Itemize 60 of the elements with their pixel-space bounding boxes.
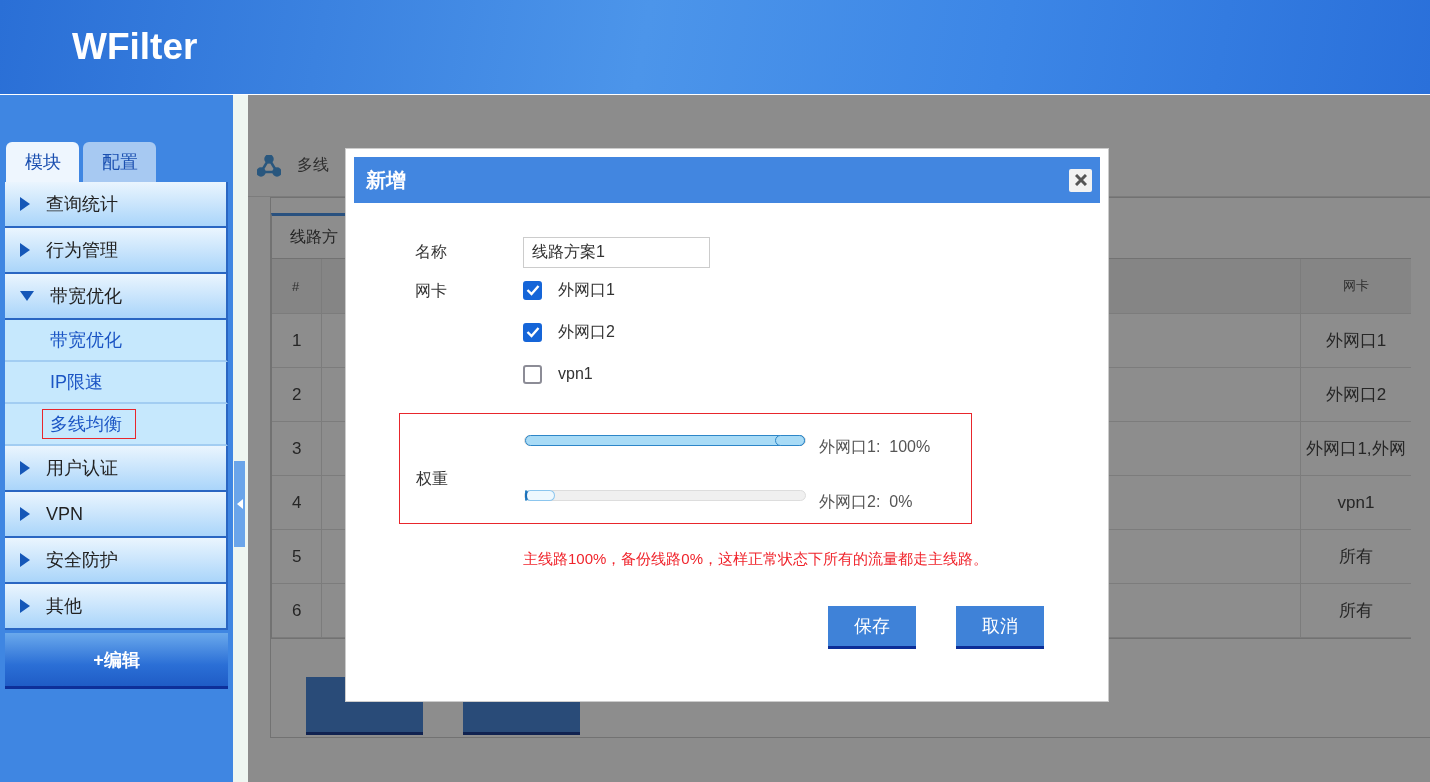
checkbox[interactable]	[523, 280, 542, 300]
menu-item[interactable]: 其他	[5, 584, 228, 630]
menu-label: 安全防护	[46, 549, 118, 572]
checkbox[interactable]	[523, 364, 542, 384]
table-cell-text: 外网口2	[1325, 384, 1387, 406]
dialog-button[interactable]: 保存	[828, 606, 916, 649]
menu-item[interactable]: 安全防护	[5, 538, 228, 584]
menu-label: 用户认证	[46, 457, 118, 480]
hint-text: 主线路100%，备份线路0%，这样正常状态下所有的流量都走主线路。	[523, 550, 990, 569]
network-icon	[257, 154, 281, 177]
collapse-handle[interactable]	[234, 461, 245, 547]
table-cell: 2	[292, 384, 302, 405]
menu-item[interactable]: VPN	[5, 492, 228, 538]
dialog-title: 新增	[366, 167, 406, 193]
submenu-item[interactable]: IP限速	[42, 367, 136, 397]
menu-item[interactable]: 行为管理	[5, 228, 228, 274]
table-cell: 6	[292, 600, 302, 621]
checkbox[interactable]	[523, 322, 542, 342]
submenu-item[interactable]: 多线均衡	[42, 409, 136, 439]
slider-thumb[interactable]	[525, 489, 555, 501]
field-label: 名称	[415, 242, 448, 262]
close-button[interactable]	[1069, 168, 1092, 192]
field-label: 权重	[416, 469, 449, 489]
table-cell: 5	[292, 546, 302, 567]
sidebar-tab[interactable]: 配置	[83, 142, 156, 182]
edit-button[interactable]: +编辑	[5, 633, 228, 689]
checkbox-label: vpn1	[558, 365, 593, 383]
menu-label: 查询统计	[46, 193, 118, 216]
menu-label: 其他	[46, 595, 82, 618]
close-icon	[1074, 174, 1087, 186]
column-header: #	[292, 278, 300, 294]
menu-item[interactable]: 查询统计	[5, 182, 228, 228]
table-cell: 3	[292, 438, 302, 459]
checkbox-label: 外网口1	[558, 279, 615, 300]
menu-label: 带宽优化	[50, 285, 122, 308]
submenu-item[interactable]: 带宽优化	[42, 325, 136, 355]
table-cell-text: 所有	[1339, 546, 1373, 568]
menu-label: 行为管理	[46, 239, 118, 262]
menu-item[interactable]: 用户认证	[5, 446, 228, 492]
checkbox-label: 外网口2	[558, 321, 615, 342]
slider-thumb[interactable]	[775, 434, 805, 446]
field-label: 网卡	[415, 281, 448, 301]
name-field[interactable]: 线路方案1	[523, 237, 710, 268]
dialog-button[interactable]: 取消	[956, 606, 1044, 649]
table-cell-text: 外网口1	[1325, 330, 1387, 352]
column-header: 网卡	[1343, 277, 1369, 295]
sidebar-tab[interactable]: 模块	[6, 142, 79, 182]
slider-track[interactable]	[524, 434, 806, 446]
logo: WFilter	[72, 26, 198, 68]
table-cell: vpn1	[1337, 492, 1375, 513]
table-cell: 1	[292, 330, 302, 351]
table-cell: 4	[292, 492, 302, 513]
table-cell-text: 所有	[1339, 600, 1373, 622]
weight-value: 外网口1: 100%	[819, 436, 931, 457]
weight-value: 外网口2: 0%	[819, 491, 913, 512]
table-cell-text: 外网口1,外网	[1306, 438, 1406, 460]
collapse-arrow-icon	[236, 499, 243, 509]
menu-label: VPN	[46, 503, 83, 525]
menu-item[interactable]: 带宽优化	[5, 274, 228, 320]
page-title: 多线	[297, 155, 329, 175]
